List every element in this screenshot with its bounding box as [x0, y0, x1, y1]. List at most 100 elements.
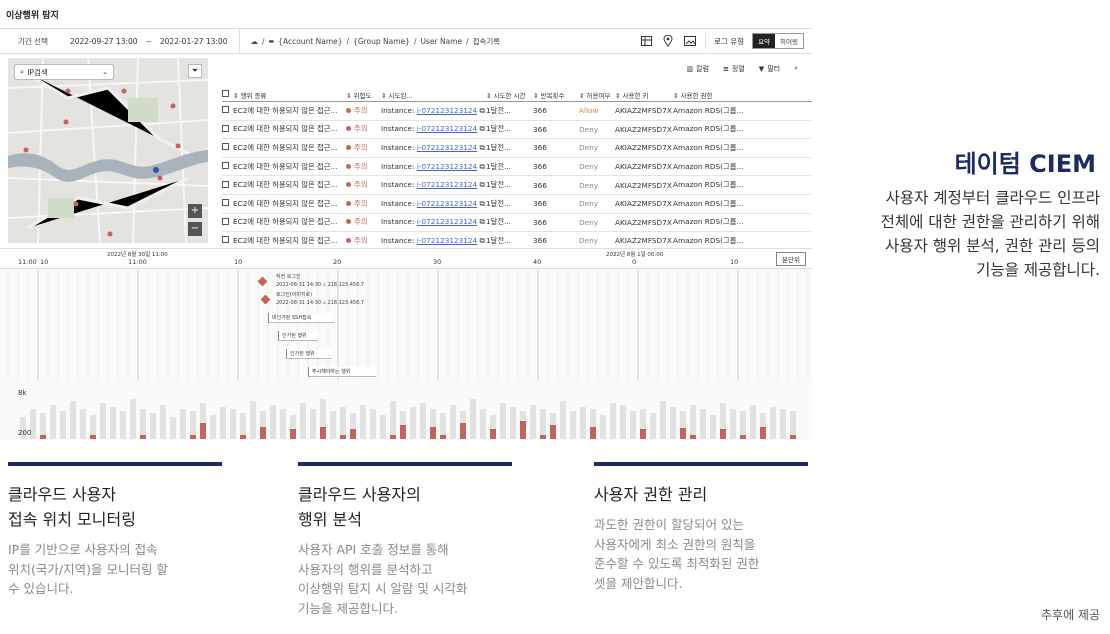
- column-button[interactable]: ▥ 칼럼: [687, 64, 710, 74]
- zoom-in-button[interactable]: +: [188, 204, 202, 218]
- instance-link[interactable]: i-072123123124: [417, 106, 477, 115]
- anomaly-bar[interactable]: [690, 435, 696, 439]
- zoom-out-button[interactable]: −: [188, 222, 202, 236]
- instance-link[interactable]: i-072123123124: [417, 124, 477, 133]
- row-checkbox[interactable]: [222, 143, 229, 151]
- anomaly-bar[interactable]: [390, 435, 396, 439]
- table-row[interactable]: EC2에 대한 허용되지 않은 접근... 주의 Instance: i-07212…: [222, 176, 812, 195]
- timeline-bar[interactable]: 비인가된 SSH접속: [268, 313, 334, 323]
- map-pin[interactable]: [107, 231, 113, 237]
- anomaly-bar[interactable]: [760, 427, 766, 439]
- instance-link[interactable]: i-072123123124: [417, 143, 477, 152]
- anomaly-bar[interactable]: [40, 435, 46, 439]
- map-pin[interactable]: [65, 88, 71, 94]
- external-link-icon[interactable]: ⧉: [480, 236, 485, 245]
- filter-icon[interactable]: ⏷: [188, 64, 202, 78]
- anomaly-bar[interactable]: [490, 429, 496, 439]
- row-checkbox[interactable]: [222, 106, 229, 114]
- timeline-bar[interactable]: 인가된 행위: [286, 349, 332, 359]
- anomaly-bar[interactable]: [140, 435, 146, 439]
- row-checkbox[interactable]: [222, 199, 229, 207]
- external-link-icon[interactable]: ⧉: [480, 124, 485, 133]
- table-view-icon[interactable]: [639, 34, 653, 48]
- instance-link[interactable]: i-072123123124: [417, 199, 477, 208]
- external-link-icon[interactable]: ⧉: [480, 106, 485, 115]
- table-row[interactable]: EC2에 대한 허용되지 않은 접근... 주의 Instance: i-07212…: [222, 195, 812, 214]
- table-row[interactable]: EC2에 대한 허용되지 않은 접근... 주의 Instance: i-07212…: [222, 102, 812, 121]
- anomaly-bar[interactable]: [790, 435, 796, 439]
- anomaly-bar[interactable]: [290, 429, 296, 439]
- col-risk[interactable]: ⇕ 위험도: [346, 90, 381, 100]
- breadcrumb-group[interactable]: {Group Name}: [353, 37, 410, 46]
- anomaly-bar[interactable]: [340, 435, 346, 439]
- end-date-input[interactable]: 2022-01-27 13:00: [160, 37, 228, 46]
- col-target[interactable]: ⇕ 시도된...: [381, 90, 486, 100]
- map-pin[interactable]: [175, 143, 181, 149]
- anomaly-bar[interactable]: [460, 423, 466, 439]
- instance-link[interactable]: i-072123123124: [417, 162, 477, 171]
- anomaly-bar[interactable]: [680, 428, 686, 439]
- table-row[interactable]: EC2에 대한 허용되지 않은 접근... 주의 Instance: i-07212…: [222, 121, 812, 140]
- map-pin[interactable]: [157, 175, 163, 181]
- map-pin-icon[interactable]: [661, 34, 675, 48]
- map-pin[interactable]: [23, 147, 29, 153]
- instance-link[interactable]: i-072123123124: [417, 180, 477, 189]
- search-icon[interactable]: ⌕: [794, 64, 798, 74]
- col-action[interactable]: ⇕ 행위 종류: [233, 90, 346, 100]
- breadcrumb-account[interactable]: {Account Name}: [278, 37, 342, 46]
- table-row[interactable]: EC2에 대한 허용되지 않은 접근... 주의 Instance: i-07212…: [222, 158, 812, 177]
- image-view-icon[interactable]: [683, 34, 697, 48]
- row-checkbox[interactable]: [222, 162, 229, 170]
- select-all-checkbox[interactable]: [222, 90, 229, 97]
- instance-link[interactable]: i-072123123124: [417, 217, 477, 226]
- anomaly-bar[interactable]: [590, 427, 596, 439]
- table-row[interactable]: EC2에 대한 허용되지 않은 접근... 주의 Instance: i-07212…: [222, 139, 812, 158]
- breadcrumb-user[interactable]: User Name: [420, 37, 462, 46]
- map-pin-selected[interactable]: [153, 167, 159, 173]
- anomaly-bar[interactable]: [430, 427, 436, 439]
- anomaly-bar[interactable]: [440, 435, 446, 439]
- table-row[interactable]: EC2에 대한 허용되지 않은 접근... 주의 Instance: i-07212…: [222, 214, 812, 233]
- anomaly-bar[interactable]: [720, 429, 726, 439]
- anomaly-bar[interactable]: [320, 427, 326, 439]
- col-key[interactable]: ⇕ 사용한 키: [615, 90, 673, 100]
- external-link-icon[interactable]: ⧉: [480, 199, 485, 208]
- row-checkbox[interactable]: [222, 236, 229, 244]
- anomaly-bar[interactable]: [540, 435, 546, 439]
- col-allowed[interactable]: ⇕ 허용여부: [579, 90, 615, 100]
- anomaly-bar[interactable]: [350, 429, 356, 439]
- toggle-hearing[interactable]: 히어링: [775, 34, 803, 48]
- anomaly-bar[interactable]: [640, 429, 646, 439]
- map-pin[interactable]: [170, 103, 176, 109]
- anomaly-bar[interactable]: [400, 425, 406, 439]
- external-link-icon[interactable]: ⧉: [480, 217, 485, 226]
- external-link-icon[interactable]: ⧉: [480, 162, 485, 171]
- map-pin[interactable]: [63, 119, 69, 125]
- row-checkbox[interactable]: [222, 124, 229, 132]
- log-type-toggle[interactable]: 요약 히어링: [752, 33, 804, 49]
- map-pin[interactable]: [121, 88, 127, 94]
- anomaly-bar[interactable]: [90, 435, 96, 439]
- anomaly-bar[interactable]: [550, 425, 556, 439]
- col-permission[interactable]: ⇕ 사용한 권한: [673, 90, 763, 100]
- anomaly-bar[interactable]: [260, 427, 266, 439]
- col-count[interactable]: ⇕ 반복횟수: [533, 90, 579, 100]
- map-pin[interactable]: [73, 201, 79, 207]
- ip-location-map[interactable]: ⌕ IP검색 ⌄ ⏷ + −: [8, 58, 208, 243]
- row-checkbox[interactable]: [222, 180, 229, 188]
- anomaly-bar[interactable]: [740, 435, 746, 439]
- sort-button[interactable]: ≡ 정렬: [723, 64, 745, 74]
- anomaly-bar[interactable]: [520, 421, 526, 439]
- anomaly-bar[interactable]: [200, 423, 206, 439]
- anomaly-bar[interactable]: [240, 435, 246, 439]
- toggle-summary[interactable]: 요약: [753, 34, 776, 48]
- timeline-bar[interactable]: 인가된 행위: [278, 331, 318, 341]
- timeline-bar[interactable]: 주시해야하는 행위: [308, 367, 376, 377]
- external-link-icon[interactable]: ⧉: [480, 143, 485, 152]
- ip-search-select[interactable]: ⌕ IP검색 ⌄: [14, 64, 114, 80]
- col-time[interactable]: ⇕ 시도한 시간: [486, 90, 533, 100]
- anomaly-bar[interactable]: [190, 435, 196, 439]
- instance-link[interactable]: i-072123123124: [417, 236, 477, 245]
- row-checkbox[interactable]: [222, 217, 229, 225]
- start-date-input[interactable]: 2022-09-27 13:00: [70, 37, 138, 46]
